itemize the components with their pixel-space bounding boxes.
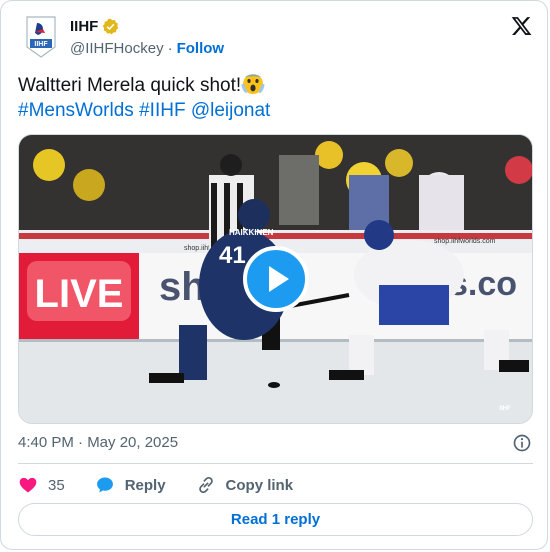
like-count: 35: [48, 476, 65, 494]
verified-badge-icon: [103, 18, 119, 35]
author-name-row[interactable]: IIHF: [70, 18, 119, 35]
read-replies-button[interactable]: Read 1 reply: [18, 503, 533, 536]
heart-icon: [19, 477, 37, 493]
copy-link-button[interactable]: Copy link: [196, 475, 294, 495]
reply-bubble-icon: [96, 477, 113, 493]
like-button[interactable]: 35: [18, 475, 65, 495]
screaming-face-emoji-icon: [241, 74, 265, 94]
play-button[interactable]: [243, 246, 309, 312]
author-handle[interactable]: @IIHFHockey: [70, 40, 164, 57]
board-url-text-right: shop.iihfworlds.com: [434, 238, 496, 245]
svg-text:sh: sh: [159, 265, 206, 309]
follow-button[interactable]: Follow: [177, 40, 225, 57]
handle-separator: ·: [167, 40, 173, 57]
tweet-timestamp[interactable]: 4:40 PM · May 20, 2025: [18, 434, 178, 451]
hashtag-mensworlds-link[interactable]: #MensWorlds: [18, 100, 134, 121]
jersey-number: 41: [219, 242, 246, 269]
mention-leijonat-link[interactable]: @leijonat: [191, 100, 271, 121]
iihf-avatar[interactable]: IIHF: [23, 15, 59, 59]
link-icon: [198, 476, 213, 494]
live-overlay-text: LIVE: [35, 272, 124, 316]
tweet-card: IIHF IIHF @IIHFHockey · Follow Waltteri …: [0, 0, 548, 550]
x-logo-icon[interactable]: [510, 15, 533, 37]
info-icon[interactable]: [512, 433, 532, 453]
reply-button[interactable]: Reply: [95, 475, 166, 495]
hashtag-iihf-link[interactable]: #IIHF: [139, 100, 185, 121]
author-handle-row: @IIHFHockey · Follow: [70, 40, 224, 57]
copy-link-label: Copy link: [225, 476, 294, 494]
play-icon: [269, 266, 289, 292]
tweet-text: Waltteri Merela quick shot! #MensWorlds …: [18, 73, 528, 123]
divider: [18, 463, 533, 464]
author-name[interactable]: IIHF: [70, 18, 98, 35]
jersey-name: HAIKKINEN: [229, 228, 274, 237]
video-player[interactable]: shop.iihfworlds.com shop.iihfworlds.com …: [18, 134, 533, 424]
watermark-text: IIHF: [499, 406, 511, 412]
action-bar: 35 Reply Copy link: [18, 474, 323, 496]
tweet-text-main: Waltteri Merela quick shot!: [18, 75, 242, 96]
svg-text:IIHF: IIHF: [34, 41, 48, 48]
reply-label: Reply: [124, 476, 166, 494]
read-replies-label: Read 1 reply: [230, 511, 321, 528]
